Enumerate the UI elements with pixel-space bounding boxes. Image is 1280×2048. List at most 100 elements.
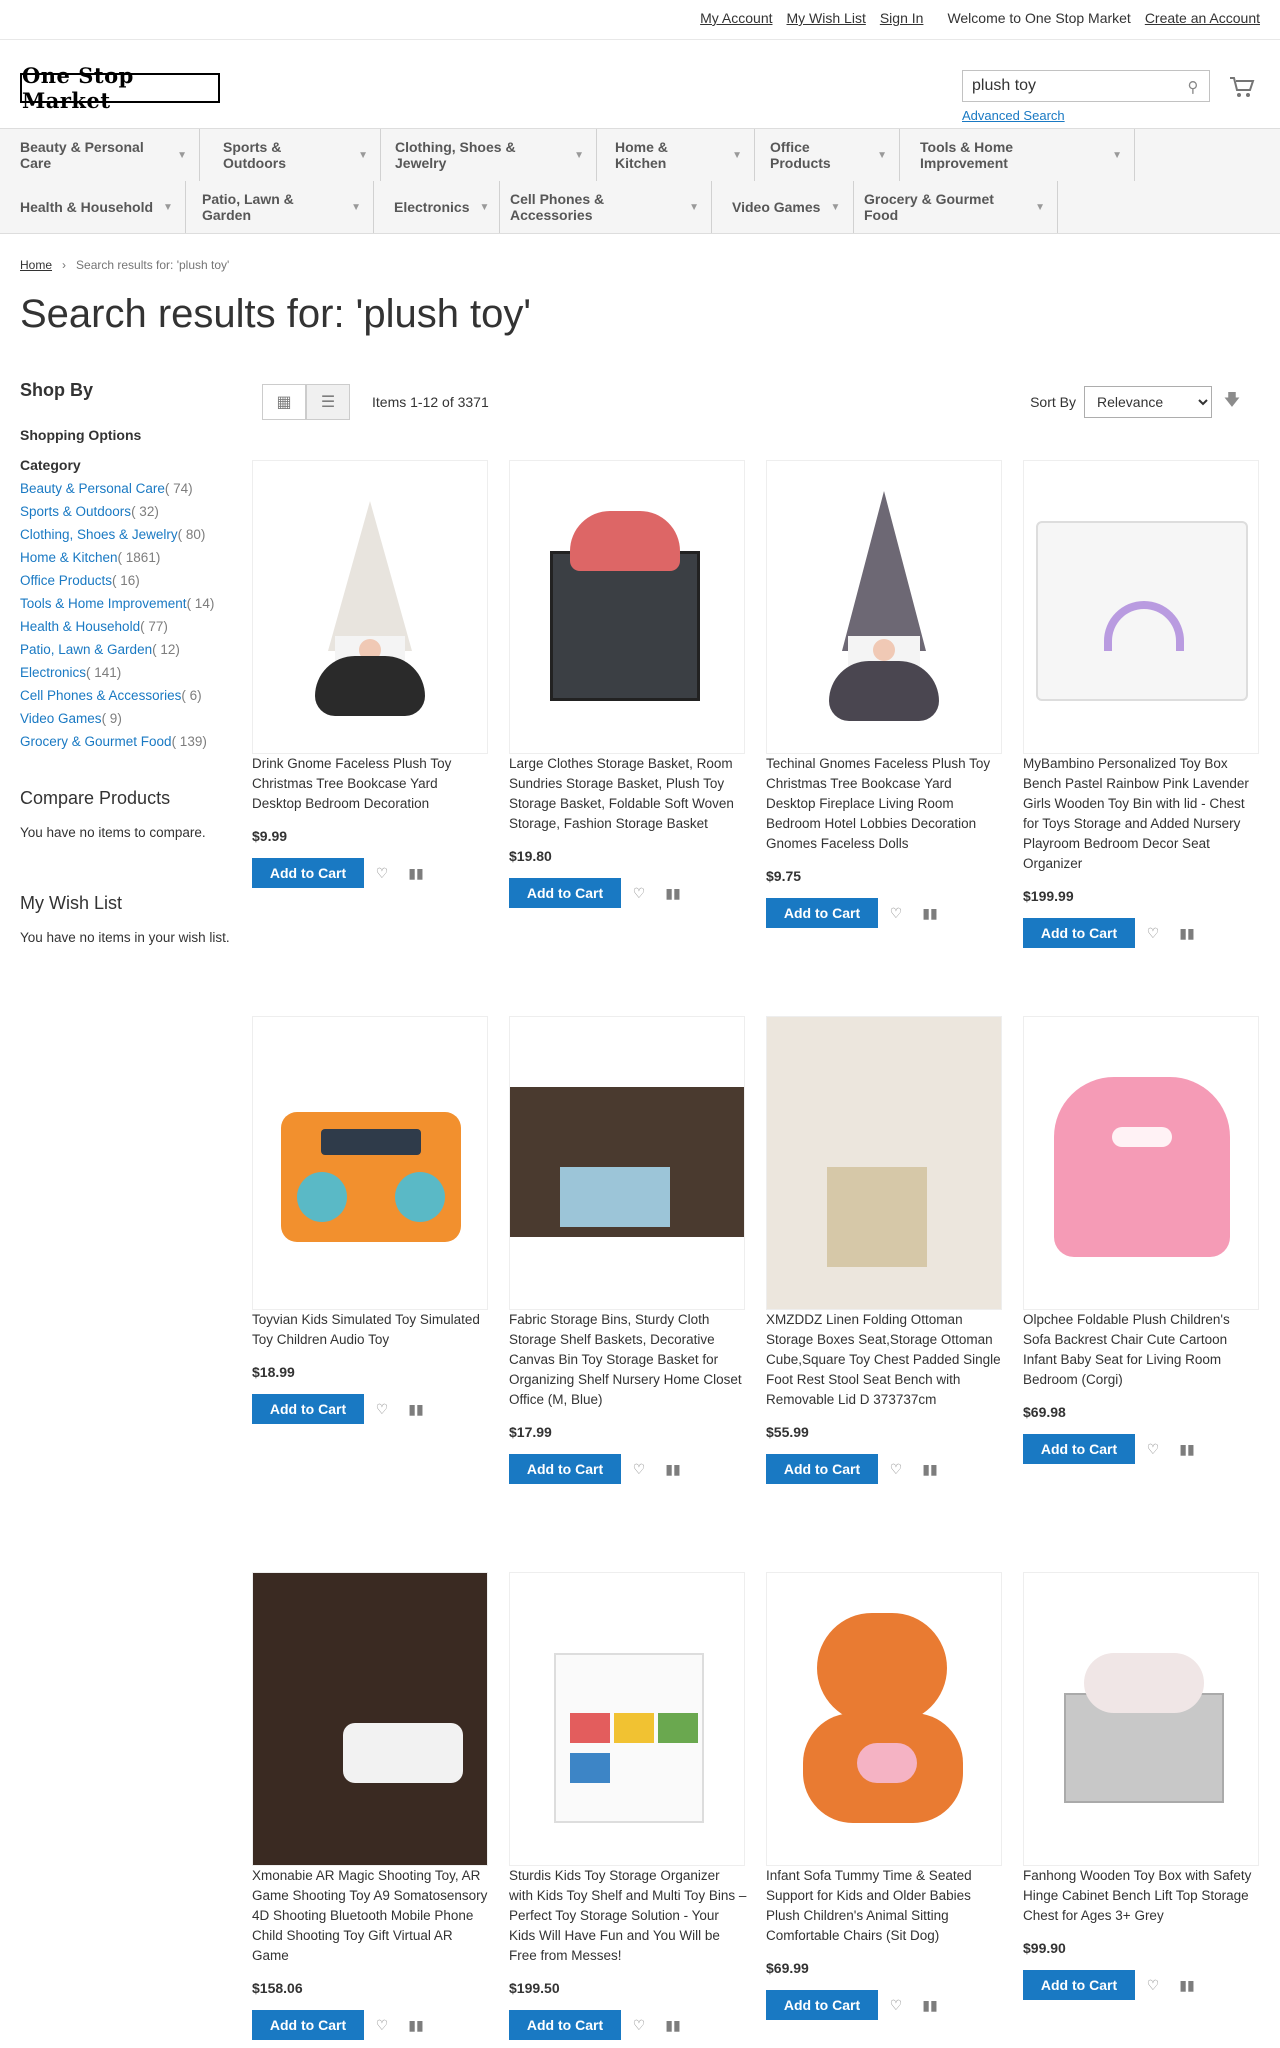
heart-icon[interactable]: ♡ — [366, 858, 398, 888]
heart-icon[interactable]: ♡ — [623, 878, 655, 908]
heart-icon[interactable]: ♡ — [880, 1454, 912, 1484]
nav-item-beauty[interactable]: Beauty & Personal Care ▼ — [0, 129, 200, 181]
nav-item-sports[interactable]: Sports & Outdoors ▼ — [203, 129, 381, 181]
product-image-link[interactable] — [509, 1572, 745, 1866]
product-name-link[interactable]: Toyvian Kids Simulated Toy Simulated Toy… — [252, 1312, 480, 1347]
nav-item-cell-phones[interactable]: Cell Phones & Accessories ▼ — [490, 181, 712, 233]
add-to-cart-button[interactable]: Add to Cart — [1023, 918, 1135, 948]
compare-icon[interactable]: ▮▮ — [1171, 918, 1203, 948]
product-name-link[interactable]: Xmonabie AR Magic Shooting Toy, AR Game … — [252, 1868, 487, 1963]
compare-icon[interactable]: ▮▮ — [400, 2010, 432, 2040]
compare-icon[interactable]: ▮▮ — [657, 878, 689, 908]
product-image-link[interactable] — [509, 1016, 745, 1310]
product-image-link[interactable] — [766, 1016, 1002, 1310]
sign-in-link[interactable]: Sign In — [880, 10, 924, 26]
product-name-link[interactable]: Olpchee Foldable Plush Children's Sofa B… — [1023, 1312, 1230, 1387]
category-filter-link[interactable]: Office Products( 16) — [20, 573, 140, 588]
nav-item-label: Electronics — [394, 199, 470, 215]
add-to-cart-button[interactable]: Add to Cart — [766, 1990, 878, 2020]
add-to-cart-button[interactable]: Add to Cart — [1023, 1434, 1135, 1464]
heart-icon[interactable]: ♡ — [623, 1454, 655, 1484]
create-account-link[interactable]: Create an Account — [1145, 10, 1260, 26]
heart-icon[interactable]: ♡ — [623, 2010, 655, 2040]
product-name-link[interactable]: Drink Gnome Faceless Plush Toy Christmas… — [252, 756, 451, 811]
category-filter-link[interactable]: Cell Phones & Accessories( 6) — [20, 688, 202, 703]
product-image-link[interactable] — [252, 1572, 488, 1866]
category-filter-link[interactable]: Video Games( 9) — [20, 711, 122, 726]
product-image-link[interactable] — [766, 1572, 1002, 1866]
add-to-cart-button[interactable]: Add to Cart — [252, 1394, 364, 1424]
heart-icon[interactable]: ♡ — [366, 2010, 398, 2040]
add-to-cart-button[interactable]: Add to Cart — [509, 2010, 621, 2040]
compare-icon[interactable]: ▮▮ — [914, 1454, 946, 1484]
compare-icon[interactable]: ▮▮ — [400, 858, 432, 888]
product-name-link[interactable]: XMZDDZ Linen Folding Ottoman Storage Box… — [766, 1312, 1001, 1407]
product-name-link[interactable]: MyBambino Personalized Toy Box Bench Pas… — [1023, 756, 1249, 871]
product-name-link[interactable]: Fanhong Wooden Toy Box with Safety Hinge… — [1023, 1868, 1251, 1923]
product-image-link[interactable] — [252, 1016, 488, 1310]
category-filter-link[interactable]: Grocery & Gourmet Food( 139) — [20, 734, 207, 749]
advanced-search-link[interactable]: Advanced Search — [962, 108, 1065, 123]
product-name-link[interactable]: Infant Sofa Tummy Time & Seated Support … — [766, 1868, 972, 1943]
nav-item-health[interactable]: Health & Household ▼ — [0, 181, 186, 233]
product-image-link[interactable] — [766, 460, 1002, 754]
category-filter-link[interactable]: Clothing, Shoes & Jewelry( 80) — [20, 527, 205, 542]
heart-icon[interactable]: ♡ — [1137, 1434, 1169, 1464]
search-input[interactable] — [963, 71, 1209, 101]
heart-icon[interactable]: ♡ — [1137, 1970, 1169, 2000]
product-image-link[interactable] — [1023, 1016, 1259, 1310]
category-filter-link[interactable]: Sports & Outdoors( 32) — [20, 504, 159, 519]
category-filter-link[interactable]: Health & Household( 77) — [20, 619, 168, 634]
add-to-cart-button[interactable]: Add to Cart — [509, 878, 621, 908]
grid-icon[interactable]: ▦ — [262, 384, 306, 420]
add-to-cart-button[interactable]: Add to Cart — [252, 2010, 364, 2040]
sort-arrow-icon[interactable]: 🡇 — [1218, 388, 1246, 416]
product-image-link[interactable] — [1023, 460, 1259, 754]
add-to-cart-button[interactable]: Add to Cart — [252, 858, 364, 888]
product-name-link[interactable]: Large Clothes Storage Basket, Room Sundr… — [509, 756, 734, 831]
nav-item-office[interactable]: Office Products ▼ — [750, 129, 900, 181]
nav-item-grocery[interactable]: Grocery & Gourmet Food ▼ — [844, 181, 1058, 233]
breadcrumb-home-link[interactable]: Home — [20, 258, 52, 272]
my-wish-list-link[interactable]: My Wish List — [787, 10, 866, 26]
compare-icon[interactable]: ▮▮ — [400, 1394, 432, 1424]
nav-item-label: Beauty & Personal Care — [20, 139, 144, 171]
compare-icon[interactable]: ▮▮ — [657, 1454, 689, 1484]
category-filter-link[interactable]: Electronics( 141) — [20, 665, 121, 680]
nav-item-home-kitchen[interactable]: Home & Kitchen ▼ — [595, 129, 755, 181]
heart-icon[interactable]: ♡ — [880, 898, 912, 928]
nav-item-patio[interactable]: Patio, Lawn & Garden ▼ — [182, 181, 374, 233]
product-image-link[interactable] — [509, 460, 745, 754]
heart-icon[interactable]: ♡ — [1137, 918, 1169, 948]
nav-item-video-games[interactable]: Video Games ▼ — [712, 181, 854, 233]
heart-icon[interactable]: ♡ — [880, 1990, 912, 2020]
add-to-cart-button[interactable]: Add to Cart — [1023, 1970, 1135, 2000]
compare-icon[interactable]: ▮▮ — [657, 2010, 689, 2040]
compare-icon[interactable]: ▮▮ — [914, 1990, 946, 2020]
category-filter-link[interactable]: Home & Kitchen( 1861) — [20, 550, 160, 565]
product-name-link[interactable]: Techinal Gnomes Faceless Plush Toy Chris… — [766, 756, 990, 851]
add-to-cart-button[interactable]: Add to Cart — [766, 898, 878, 928]
category-filter-link[interactable]: Tools & Home Improvement( 14) — [20, 596, 214, 611]
add-to-cart-button[interactable]: Add to Cart — [509, 1454, 621, 1484]
my-account-link[interactable]: My Account — [700, 10, 772, 26]
category-filter-link[interactable]: Beauty & Personal Care( 74) — [20, 481, 193, 496]
nav-item-tools[interactable]: Tools & Home Improvement ▼ — [900, 129, 1135, 181]
add-to-cart-button[interactable]: Add to Cart — [766, 1454, 878, 1484]
heart-icon[interactable]: ♡ — [366, 1394, 398, 1424]
sort-by-select[interactable]: Relevance — [1084, 386, 1212, 418]
nav-item-electronics[interactable]: Electronics ▼ — [374, 181, 500, 233]
store-logo[interactable]: One Stop Market — [20, 63, 220, 113]
compare-icon[interactable]: ▮▮ — [1171, 1434, 1203, 1464]
compare-icon[interactable]: ▮▮ — [914, 898, 946, 928]
product-image-link[interactable] — [252, 460, 488, 754]
cart-icon[interactable] — [1226, 72, 1258, 102]
compare-icon[interactable]: ▮▮ — [1171, 1970, 1203, 2000]
nav-item-clothing[interactable]: Clothing, Shoes & Jewelry ▼ — [375, 129, 597, 181]
search-icon[interactable]: ⚲ — [1183, 77, 1203, 97]
product-name-link[interactable]: Fabric Storage Bins, Sturdy Cloth Storag… — [509, 1312, 742, 1407]
product-image-link[interactable] — [1023, 1572, 1259, 1866]
product-name-link[interactable]: Sturdis Kids Toy Storage Organizer with … — [509, 1868, 746, 1963]
list-icon[interactable]: ☰ — [306, 384, 350, 420]
category-filter-link[interactable]: Patio, Lawn & Garden( 12) — [20, 642, 180, 657]
